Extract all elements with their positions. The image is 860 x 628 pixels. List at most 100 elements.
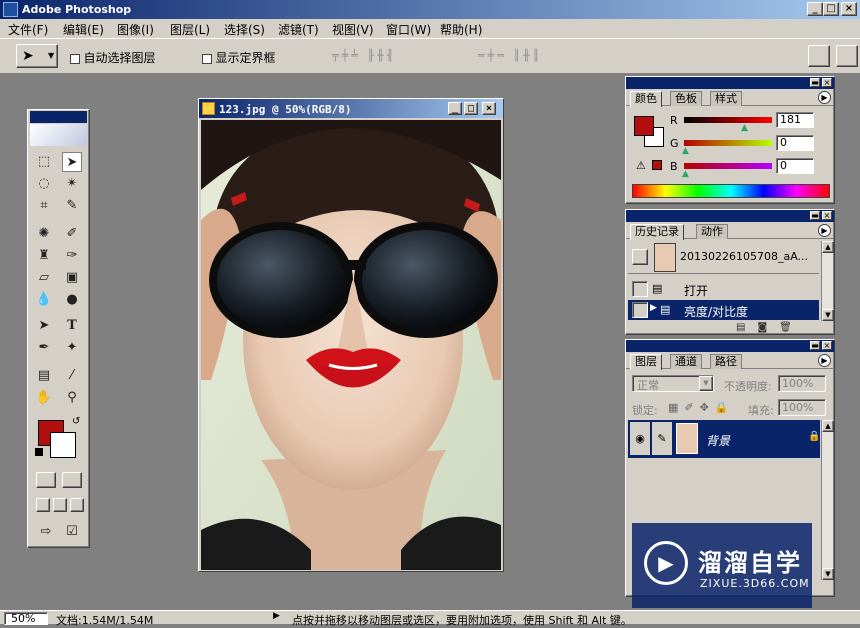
b-slider-thumb-icon[interactable]: ▲ <box>682 169 689 179</box>
history-footer-buttons[interactable]: ▤◙🗑 <box>736 322 804 333</box>
eye-icon[interactable]: ◉ <box>630 422 650 455</box>
minimize-icon[interactable]: _ <box>807 2 823 16</box>
shape-tool-icon[interactable]: ✦ <box>62 338 82 358</box>
path-select-icon[interactable]: ➤ <box>34 316 54 336</box>
history-item[interactable]: ▤ 打开 <box>628 279 819 299</box>
r-slider-track[interactable] <box>684 117 772 123</box>
tab-swatches[interactable]: 色板 <box>670 91 702 106</box>
tab-history[interactable]: 历史记录 <box>630 224 684 240</box>
palette-well-icon[interactable] <box>836 45 858 67</box>
b-value-field[interactable]: 0 <box>776 158 814 174</box>
history-source-box[interactable] <box>632 281 648 297</box>
eraser-tool-icon[interactable]: ▱ <box>34 268 54 288</box>
tab-layers[interactable]: 图层 <box>630 354 662 370</box>
history-menu-icon[interactable]: ▶ <box>818 224 831 237</box>
dodge-tool-icon[interactable]: ● <box>62 290 82 310</box>
crop-tool-icon[interactable]: ⌗ <box>34 196 54 216</box>
menu-filter[interactable]: 滤镜(T) <box>278 21 319 38</box>
background-color-swatch[interactable] <box>50 432 76 458</box>
menu-view[interactable]: 视图(V) <box>332 21 374 38</box>
history-minimize-icon[interactable]: ▬ <box>810 211 820 220</box>
r-value-field[interactable]: 181 <box>776 112 814 128</box>
tab-paths[interactable]: 路径 <box>710 354 742 369</box>
edit-in-imageready-icon[interactable]: ☑ <box>62 522 82 542</box>
doc-minimize-icon[interactable]: _ <box>448 102 462 115</box>
show-bounds-checkbox[interactable] <box>202 54 212 64</box>
eyedropper-icon[interactable]: ⁄ <box>62 366 82 386</box>
notes-tool-icon[interactable]: ▤ <box>34 366 54 386</box>
align-buttons[interactable]: ╤╪╧ ╟╫╢ <box>332 49 396 62</box>
tool-preset-picker[interactable]: ➤ ▼ <box>16 44 58 68</box>
scroll-down-icon[interactable]: ▼ <box>822 568 834 580</box>
tab-channels[interactable]: 通道 <box>670 354 702 369</box>
menu-image[interactable]: 图像(I) <box>117 21 154 38</box>
gamut-color-swatch[interactable] <box>652 160 662 170</box>
lasso-tool-icon[interactable]: ◌ <box>34 174 54 194</box>
menu-window[interactable]: 窗口(W) <box>386 21 431 38</box>
jump-to-imageready-icon[interactable]: ⇨ <box>36 522 56 542</box>
history-palette-title-bar[interactable]: ▬ × <box>626 210 834 222</box>
r-slider-thumb-icon[interactable]: ▲ <box>741 123 748 133</box>
hand-tool-icon[interactable]: ✋ <box>34 388 54 408</box>
status-menu-icon[interactable]: ▶ <box>273 611 280 621</box>
maximize-icon[interactable]: □ <box>823 2 839 16</box>
brush-tool-icon[interactable]: ✐ <box>62 224 82 244</box>
screen-mode-full-menu-icon[interactable] <box>53 498 67 512</box>
history-snapshot-row[interactable]: 20130226105708_aA... <box>628 241 819 274</box>
g-value-field[interactable]: 0 <box>776 135 814 151</box>
blur-tool-icon[interactable]: 💧 <box>34 290 54 310</box>
screen-mode-full-icon[interactable] <box>70 498 84 512</box>
lock-buttons[interactable]: ▦✐✥🔒 <box>668 401 735 414</box>
file-browser-icon[interactable] <box>808 45 830 67</box>
gamut-warning-icon[interactable]: ⚠ <box>636 159 646 172</box>
distribute-buttons[interactable]: ═╪═ ║╫║ <box>478 49 542 62</box>
menu-select[interactable]: 选择(S) <box>224 21 265 38</box>
blend-mode-select[interactable]: 正常 ▼ <box>632 375 714 392</box>
color-fg-swatch[interactable] <box>634 116 654 136</box>
close-icon[interactable]: × <box>841 2 857 16</box>
layer-row-background[interactable]: ◉ ✎ 背景 🔒 <box>628 420 820 458</box>
slice-tool-icon[interactable]: ✎ <box>62 196 82 216</box>
snapshot-brush-icon[interactable] <box>632 249 648 265</box>
color-close-icon[interactable]: × <box>822 78 832 87</box>
layers-menu-icon[interactable]: ▶ <box>818 354 831 367</box>
history-close-icon[interactable]: × <box>822 211 832 220</box>
toolbox-title-bar[interactable] <box>30 111 87 123</box>
show-bounds-option[interactable]: 显示定界框 <box>202 49 276 66</box>
layers-minimize-icon[interactable]: ▬ <box>810 341 820 350</box>
doc-close-icon[interactable]: × <box>482 102 496 115</box>
b-slider-track[interactable] <box>684 163 772 169</box>
color-palette-title-bar[interactable]: ▬ × <box>626 77 834 89</box>
g-slider-thumb-icon[interactable]: ▲ <box>682 146 689 156</box>
auto-select-checkbox[interactable] <box>70 54 80 64</box>
layers-close-icon[interactable]: × <box>822 341 832 350</box>
tab-styles[interactable]: 样式 <box>710 91 742 106</box>
move-tool-icon[interactable]: ➤ <box>62 152 82 172</box>
marquee-tool-icon[interactable]: ⬚ <box>34 152 54 172</box>
history-source-box[interactable] <box>632 302 648 318</box>
g-slider-track[interactable] <box>684 140 772 146</box>
pen-tool-icon[interactable]: ✒ <box>34 338 54 358</box>
history-scrollbar[interactable]: ▲ ▼ <box>821 241 834 321</box>
menu-help[interactable]: 帮助(H) <box>440 21 482 38</box>
doc-maximize-icon[interactable]: □ <box>464 102 478 115</box>
type-tool-icon[interactable]: T <box>62 316 82 336</box>
layers-scrollbar[interactable]: ▲ ▼ <box>821 420 834 580</box>
menu-layer[interactable]: 图层(L) <box>170 21 210 38</box>
zoom-tool-icon[interactable]: ⚲ <box>62 388 82 408</box>
brush-link-icon[interactable]: ✎ <box>652 422 672 455</box>
document-title-bar[interactable]: 123.jpg @ 50%(RGB/8) _ □ × <box>199 99 503 118</box>
swap-colors-icon[interactable]: ↺ <box>72 416 80 427</box>
history-item-selected[interactable]: ▶ ▤ 亮度/对比度 <box>628 300 819 320</box>
layers-palette-title-bar[interactable]: ▬ × <box>626 340 834 352</box>
scroll-up-icon[interactable]: ▲ <box>822 241 834 253</box>
tab-actions[interactable]: 动作 <box>696 224 728 239</box>
feather-logo-icon[interactable] <box>30 124 87 146</box>
tab-color[interactable]: 颜色 <box>630 91 662 107</box>
color-minimize-icon[interactable]: ▬ <box>810 78 820 87</box>
canvas-photo[interactable] <box>201 120 501 570</box>
scroll-down-icon[interactable]: ▼ <box>822 309 834 321</box>
zoom-field[interactable]: 50% <box>4 612 48 625</box>
default-colors-icon[interactable] <box>35 448 43 456</box>
healing-brush-icon[interactable]: ✺ <box>34 224 54 244</box>
